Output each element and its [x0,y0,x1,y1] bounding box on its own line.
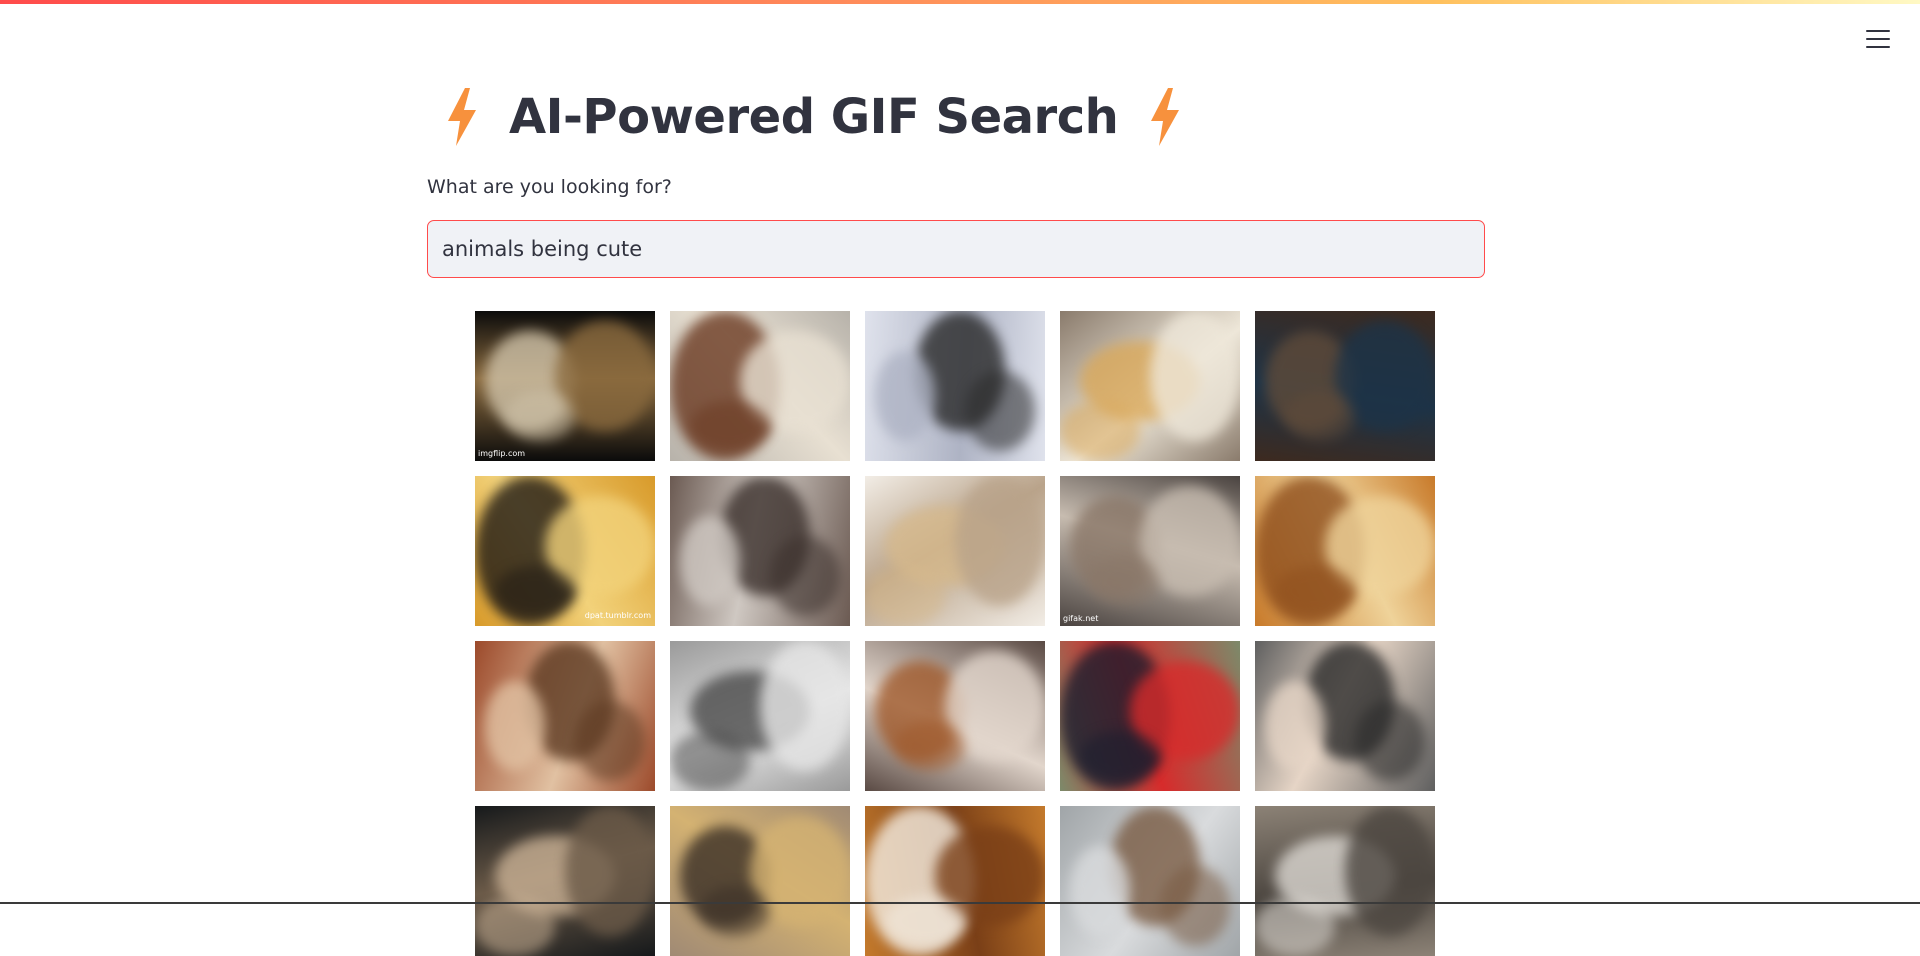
lightning-bolt-icon [445,88,479,146]
gif-image-region [575,701,645,781]
gif-result-cat-in-dark-room[interactable] [1255,311,1435,461]
gif-image-region [760,641,850,771]
gif-watermark: dpat.tumblr.com [585,611,651,620]
gif-result-goat-closeup[interactable] [670,806,850,956]
search-input[interactable] [427,220,1485,278]
gif-image-region [875,351,935,441]
gif-image-region [565,806,655,936]
hamburger-menu-icon-bar-3 [1866,46,1890,48]
gif-image-region [1160,866,1230,946]
gif-image-region [495,566,575,616]
hamburger-menu-icon [1866,30,1890,32]
gif-result-cat-and-dog-on-couch[interactable]: dpat.tumblr.com [475,476,655,626]
gif-image-region [475,896,555,956]
gif-result-slow-loris-eating[interactable] [475,641,655,791]
gif-image-region [865,566,945,626]
gif-image-region [1090,556,1160,606]
gif-image-region [680,516,740,606]
search-label: What are you looking for? [427,176,672,198]
gif-result-guinea-pigs-nuzzling[interactable]: imgflip.com [475,311,655,461]
top-decoration-bar [0,0,1920,4]
gif-image-region [505,391,575,441]
gif-result-blurry-pet-by-door[interactable] [1060,806,1240,956]
gif-image-region [1355,701,1425,781]
gif-result-kittens-playing-with-shadow[interactable] [1255,476,1435,626]
gif-watermark: gifak.net [1063,614,1098,623]
gif-image-region [670,731,750,791]
gif-image-region [1080,731,1160,781]
gif-image-region [770,536,840,616]
gif-result-pug-in-hoodie[interactable] [1060,641,1240,791]
gif-result-red-panda-on-branch[interactable]: gifak.net [1060,476,1240,626]
gif-result-person-hugging-kitten[interactable] [670,476,850,626]
gif-image-region [1285,391,1355,441]
gif-result-animals-in-snow[interactable] [865,311,1045,461]
gif-image-region [485,681,545,771]
gif-image-region [1255,896,1335,956]
gif-image-region [1275,566,1355,616]
gif-results-grid: imgflip.com dpat.tumblr.com gifak.net [475,311,1435,956]
gif-result-small-dog-closeup[interactable] [475,806,655,956]
gif-image-region [965,371,1035,451]
gif-result-cheetah-and-dog[interactable] [1060,311,1240,461]
gif-image-region [895,721,965,771]
gif-image-region [700,886,770,936]
lightning-bolt-icon-right [1148,88,1182,146]
gif-image-region [1070,846,1130,936]
gif-image-region [1265,681,1325,771]
gif-result-fluffy-white-puppy[interactable] [865,806,1045,956]
gif-result-puppy-on-bed[interactable] [865,641,1045,791]
page-header: AI-Powered GIF Search [445,82,1182,152]
main-menu-button[interactable] [1864,28,1892,50]
gif-result-fluffy-puppy-waving[interactable] [865,476,1045,626]
gif-image-region [1060,401,1140,461]
hamburger-menu-icon-bar-2 [1866,38,1890,40]
gif-result-kitten-black-and-white[interactable] [670,641,850,791]
gif-result-cat-and-dogs-together[interactable] [1255,806,1435,956]
gif-image-region [1150,311,1240,441]
gif-image-region [1345,806,1435,936]
gif-result-dog-being-petted[interactable] [1255,641,1435,791]
gif-watermark: imgflip.com [478,449,525,458]
gif-result-dog-feeding-lamb[interactable] [670,311,850,461]
page-title: AI-Powered GIF Search [509,89,1118,145]
gif-image-region [955,476,1045,606]
gif-image-region [690,401,770,451]
